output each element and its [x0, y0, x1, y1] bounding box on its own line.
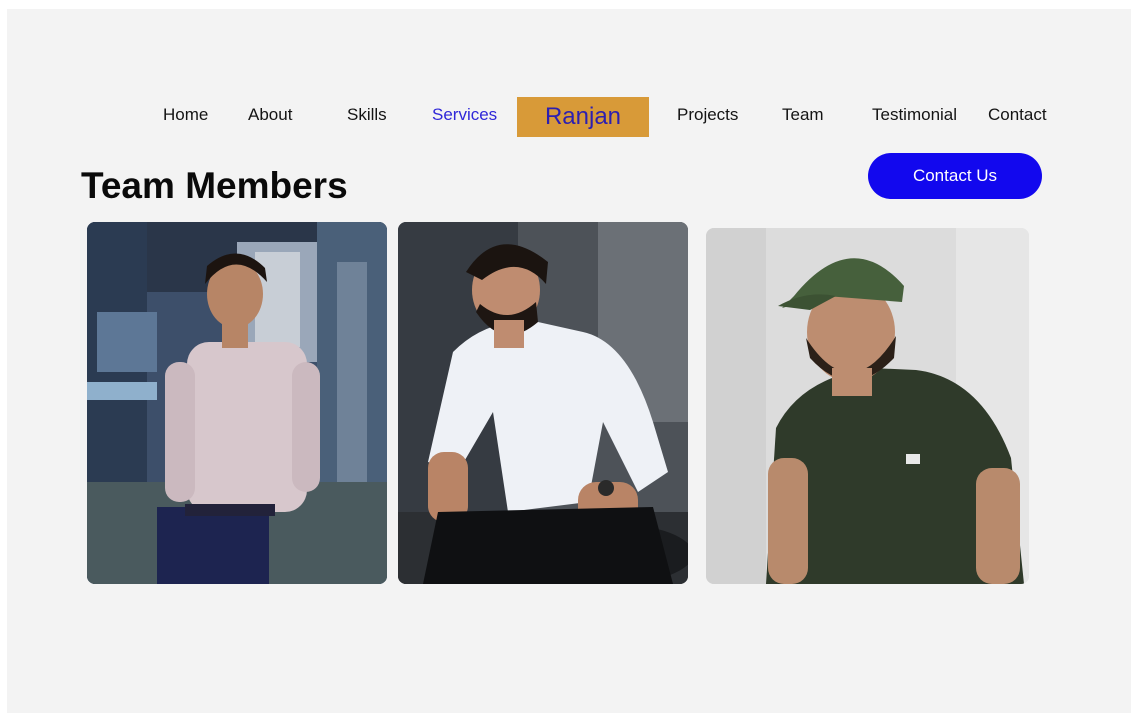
team-member-photo-2: [398, 222, 688, 584]
nav-testimonial-link[interactable]: Testimonial: [872, 105, 957, 125]
team-member-photo-3: [706, 228, 1029, 584]
brand-logo[interactable]: Ranjan: [517, 97, 649, 137]
nav-projects-link[interactable]: Projects: [677, 105, 738, 125]
nav-team-link[interactable]: Team: [782, 105, 824, 125]
contact-us-button[interactable]: Contact Us: [868, 153, 1042, 199]
page-title: Team Members: [81, 165, 348, 206]
team-member-card-1: [87, 222, 387, 584]
nav-contact-link[interactable]: Contact: [988, 105, 1047, 125]
nav-about-link[interactable]: About: [248, 105, 292, 125]
team-member-card-3: [706, 228, 1029, 584]
nav-home-link[interactable]: Home: [163, 105, 208, 125]
nav-skills-link[interactable]: Skills: [347, 105, 387, 125]
team-member-card-2: [398, 222, 688, 584]
team-member-photo-1: [87, 222, 387, 584]
nav-services-link[interactable]: Services: [432, 105, 497, 125]
